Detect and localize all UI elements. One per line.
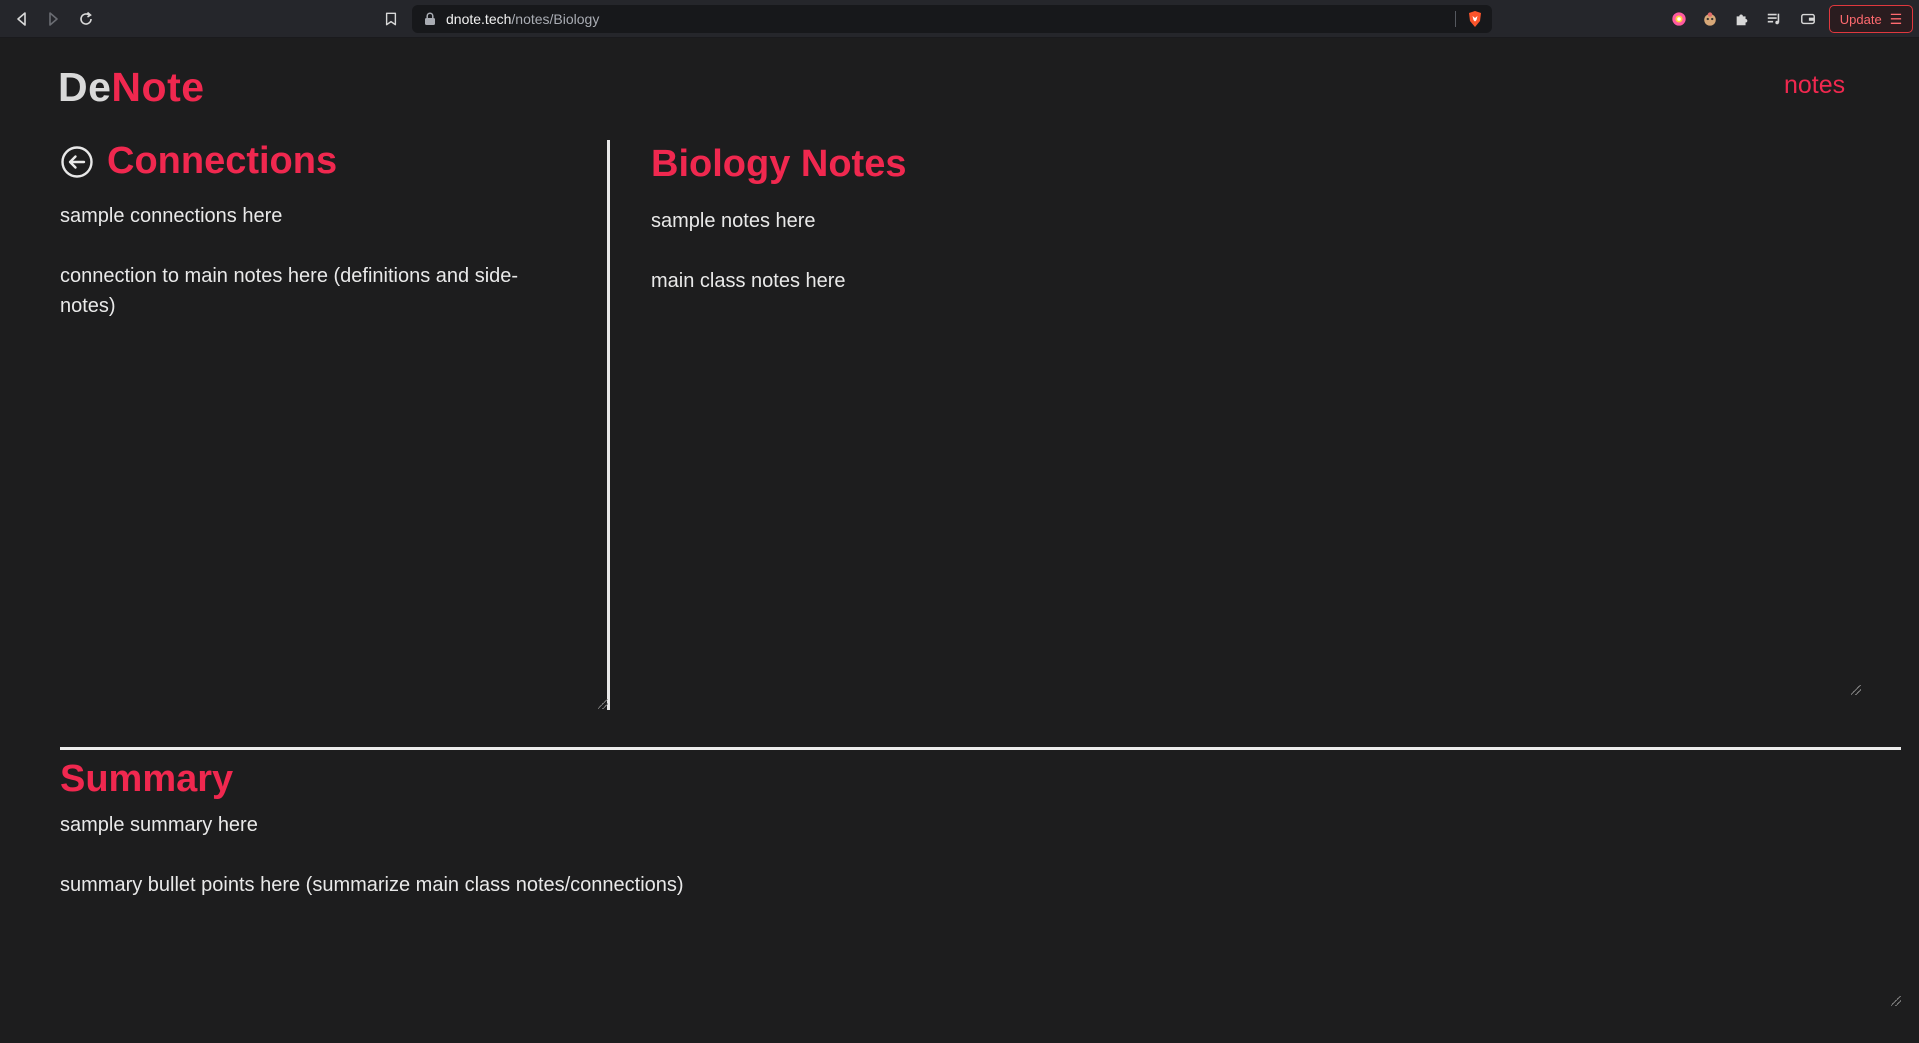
notes-text[interactable]: sample notes here main class notes here — [651, 206, 1861, 296]
update-button[interactable]: Update ☰ — [1829, 5, 1913, 33]
notes-panel[interactable]: Biology Notes sample notes here main cla… — [651, 140, 1861, 695]
reload-button[interactable] — [75, 8, 97, 30]
extension-2-icon[interactable] — [1700, 9, 1720, 29]
browser-toolbar: dnote.tech/notes/Biology Update ☰ — [0, 0, 1919, 38]
back-button[interactable] — [11, 8, 33, 30]
playlist-icon[interactable] — [1764, 9, 1784, 29]
summary-title: Summary — [60, 758, 234, 800]
notes-nav-link[interactable]: notes — [1784, 71, 1845, 100]
brave-shield-icon[interactable] — [1466, 10, 1484, 28]
summary-text[interactable]: sample summary here summary bullet point… — [60, 810, 1901, 900]
notes-paragraph: main class notes here — [651, 270, 846, 292]
connections-header: Connections — [60, 140, 607, 183]
summary-paragraph: summary bullet points here (summarize ma… — [60, 874, 684, 896]
bookmark-icon — [385, 12, 397, 26]
connections-panel[interactable]: Connections sample connections here conn… — [60, 140, 610, 710]
notes-paragraph: sample notes here — [651, 210, 816, 232]
connections-title: Connections — [107, 140, 338, 182]
url-text: dnote.tech/notes/Biology — [446, 11, 600, 27]
menu-icon: ☰ — [1889, 11, 1903, 27]
connections-text[interactable]: sample connections here connection to ma… — [60, 201, 560, 321]
back-arrow-icon — [17, 12, 26, 26]
connections-paragraph: sample connections here — [60, 205, 283, 227]
forward-arrow-icon — [49, 12, 58, 26]
url-divider — [1455, 11, 1456, 27]
back-circle-icon[interactable] — [60, 145, 94, 179]
puzzle-extensions-icon[interactable] — [1732, 9, 1752, 29]
notes-title: Biology Notes — [651, 143, 907, 185]
summary-resize-handle[interactable] — [1891, 996, 1901, 1006]
notes-resize-handle[interactable] — [1851, 685, 1861, 695]
reload-icon — [80, 11, 92, 25]
lock-icon — [425, 12, 435, 25]
update-label: Update — [1839, 11, 1882, 27]
summary-paragraph: sample summary here — [60, 814, 258, 836]
connections-paragraph: connection to main notes here (definitio… — [60, 265, 519, 317]
connections-resize-handle[interactable] — [598, 699, 608, 709]
logo-de: De — [58, 64, 112, 110]
address-bar[interactable]: dnote.tech/notes/Biology — [412, 5, 1492, 33]
forward-button[interactable] — [42, 8, 64, 30]
wallet-icon[interactable] — [1798, 9, 1818, 29]
site-logo[interactable]: DeNote — [58, 64, 205, 111]
summary-panel[interactable]: Summary sample summary here summary bull… — [60, 756, 1901, 1006]
extension-1-icon[interactable] — [1669, 9, 1689, 29]
logo-note: Note — [111, 64, 205, 110]
bookmark-button[interactable] — [380, 8, 402, 30]
section-divider — [60, 747, 1901, 750]
